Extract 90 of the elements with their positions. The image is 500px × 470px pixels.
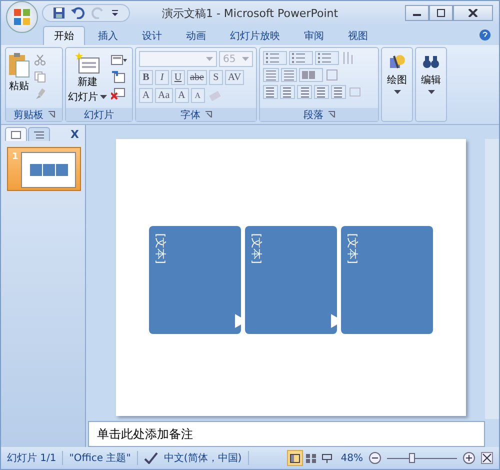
ribbon-tab[interactable]: 插入 [87, 26, 129, 45]
reset-icon[interactable] [111, 71, 125, 83]
ribbon-tab[interactable]: 视图 [337, 26, 379, 45]
minimize-button[interactable] [405, 5, 429, 21]
scissors-icon[interactable] [34, 54, 46, 66]
list-icon[interactable] [289, 51, 313, 65]
new-slide-button[interactable]: 新建 幻灯片 [68, 50, 107, 106]
format-button[interactable]: I [155, 70, 169, 85]
fit-window-icon[interactable] [481, 452, 493, 464]
format-button[interactable]: B [139, 70, 153, 85]
screen-icon [322, 454, 332, 462]
logo-icon [11, 6, 33, 28]
ribbon-tab[interactable]: 审阅 [293, 26, 335, 45]
copy-icon[interactable] [34, 71, 46, 83]
ribbon-tab[interactable]: 设计 [131, 26, 173, 45]
font-size-button[interactable]: A [174, 88, 189, 103]
spellcheck-icon[interactable] [144, 452, 158, 464]
close-button[interactable]: X [70, 128, 79, 141]
maximize-button[interactable] [429, 5, 453, 21]
align-icon[interactable] [280, 85, 295, 99]
caret-icon [206, 56, 213, 62]
notes-field[interactable]: 单击此处添加备注 [88, 421, 485, 447]
font-name-field[interactable] [139, 51, 217, 67]
zoom-in-icon[interactable] [463, 452, 475, 464]
launcher-icon[interactable] [328, 111, 334, 118]
format-button[interactable]: S [208, 70, 223, 85]
group-label: 幻灯片 [84, 108, 114, 122]
font-size-button[interactable]: A [190, 88, 205, 103]
ribbon-tab[interactable]: 开始 [43, 26, 85, 45]
align-icon[interactable] [314, 85, 329, 99]
placeholder-text: [文本] [152, 233, 168, 264]
columns-icon[interactable] [299, 68, 323, 82]
indent-icon[interactable] [263, 68, 279, 82]
panel-tab[interactable] [5, 127, 27, 141]
launcher-icon[interactable] [48, 111, 54, 118]
format-button[interactable]: abe [187, 70, 207, 85]
theme-name: "Office 主题" [69, 451, 138, 465]
grid-icon [306, 454, 316, 462]
close-button[interactable] [453, 5, 493, 21]
binoculars-icon [422, 54, 440, 70]
panel-tab[interactable] [28, 127, 50, 141]
help-icon[interactable] [479, 29, 491, 41]
align-icon[interactable] [263, 85, 278, 99]
new-slide-icon [74, 52, 100, 74]
delete-slide-icon[interactable] [111, 88, 125, 100]
ribbon-tab[interactable]: 动画 [175, 26, 217, 45]
maximize-icon [436, 9, 446, 17]
view-button[interactable] [286, 450, 303, 466]
format-button[interactable]: U [171, 70, 185, 85]
group-label: 剪贴板 [14, 108, 44, 122]
undo-icon[interactable] [71, 7, 85, 19]
text-shape[interactable]: [文本] [341, 226, 433, 334]
caret-icon [242, 56, 249, 62]
drawing-button[interactable]: 绘图 [382, 48, 412, 121]
outline-icon [34, 130, 44, 138]
list-icon[interactable] [315, 51, 339, 65]
vertical-scrollbar[interactable] [485, 139, 499, 419]
placeholder-text: [文本] [344, 233, 360, 264]
customize-icon[interactable] [111, 9, 119, 17]
save-icon[interactable] [53, 7, 65, 19]
clipboard-icon [8, 52, 30, 78]
placeholder-text: [文本] [248, 233, 264, 264]
font-size-button[interactable]: Aa [155, 88, 173, 103]
caret-icon [428, 90, 434, 95]
format-button[interactable]: AV [224, 70, 244, 85]
launcher-icon[interactable] [204, 111, 212, 118]
list-icon[interactable] [263, 51, 287, 65]
align-icon[interactable] [331, 85, 346, 99]
editing-button[interactable]: 编辑 [416, 48, 446, 121]
zoom-slider-thumb[interactable] [408, 452, 414, 462]
close-icon [468, 9, 478, 17]
normal-view-icon [290, 454, 300, 462]
font-size-button[interactable]: A [139, 88, 153, 103]
zoom-out-icon[interactable] [369, 452, 381, 464]
layout-icon[interactable] [111, 54, 127, 66]
group-label: 字体 [180, 108, 200, 122]
zoom-level: 48% [340, 452, 363, 464]
group-label: 段落 [304, 108, 324, 122]
window-title: 演示文稿1 - Microsoft PowerPoint [162, 6, 338, 20]
slide-counter: 幻灯片 1/1 [7, 451, 64, 465]
align-icon[interactable] [297, 85, 312, 99]
caret-icon [100, 94, 107, 100]
ribbon-tab[interactable]: 幻灯片放映 [219, 26, 291, 45]
office-button[interactable] [6, 1, 38, 33]
indent-icon[interactable] [281, 68, 297, 82]
caret-icon [394, 90, 400, 95]
language-label: 中文(简体，中国) [164, 451, 249, 465]
paste-button[interactable]: 粘贴 [8, 50, 30, 106]
shapes-icon [388, 54, 406, 70]
slide-icon [11, 130, 21, 138]
